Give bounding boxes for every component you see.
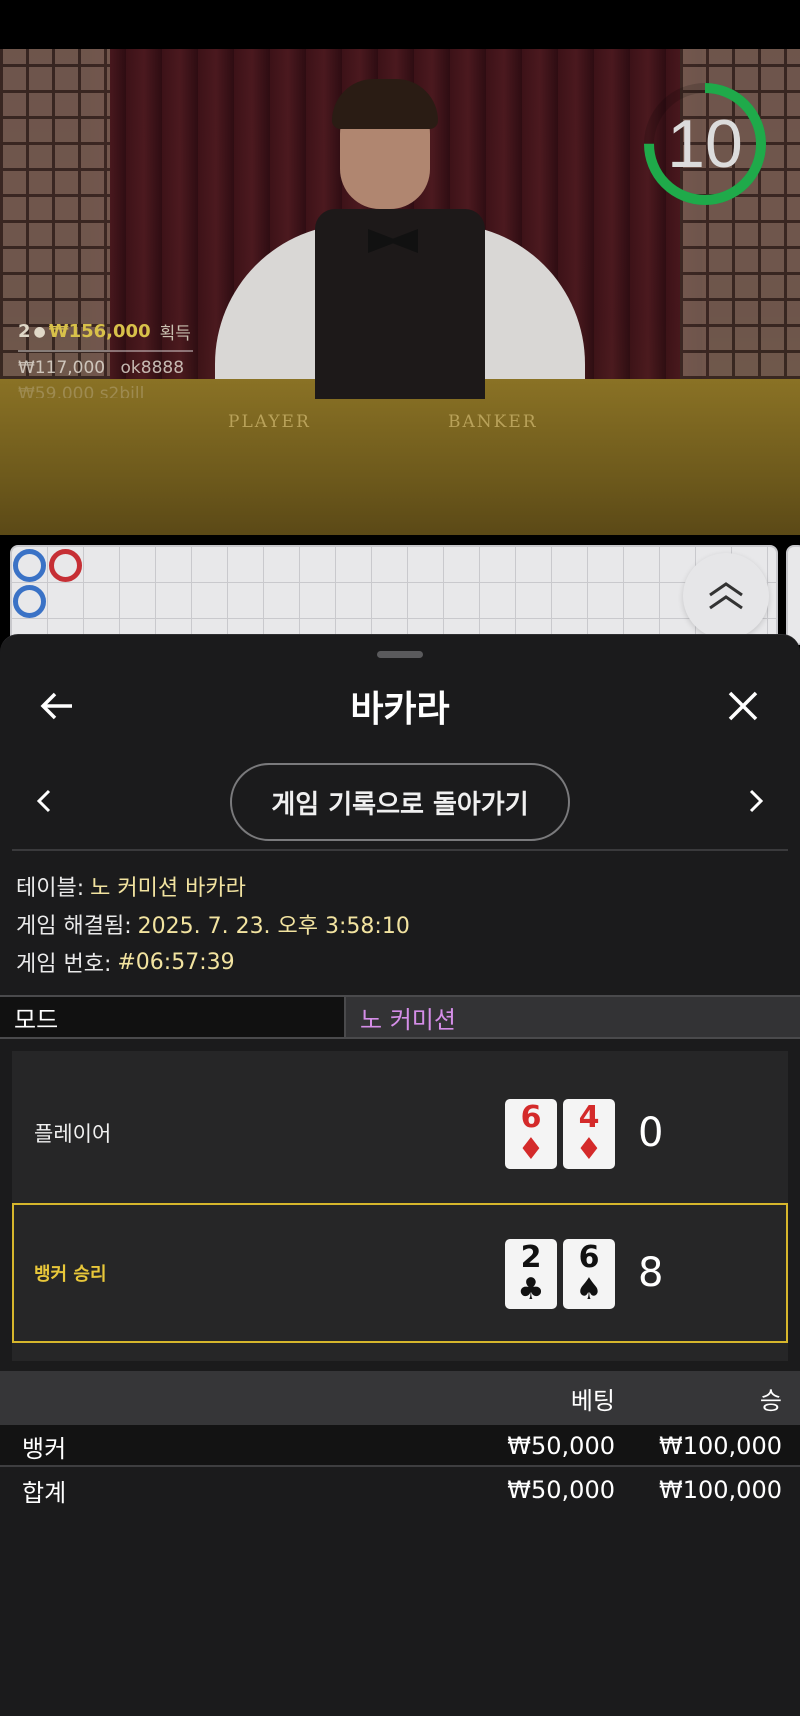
close-button[interactable] — [718, 681, 768, 731]
info-table: 테이블: 노 커미션 바카라 — [16, 867, 786, 905]
winner-amount: ₩156,000 — [48, 321, 151, 342]
chevron-left-icon — [36, 789, 51, 813]
info-number-label: 게임 번호: — [16, 952, 112, 977]
winner-suffix: 획득 — [159, 324, 191, 344]
table-row: 뱅커 ₩50,000 ₩100,000 — [0, 1425, 800, 1467]
bet-amount: ₩50,000 — [507, 1432, 615, 1460]
sheet-title: 바카라 — [350, 689, 450, 730]
chevron-right-icon — [749, 789, 764, 813]
bets-table-header: 베팅 승 — [0, 1371, 800, 1425]
total-win-amount: ₩100,000 — [659, 1476, 782, 1504]
table-felt — [0, 379, 800, 535]
winner-entry: ₩117,000 ok8888 — [18, 358, 194, 378]
winner-count: 2 — [18, 321, 31, 342]
status-bar — [0, 0, 800, 49]
road-player-marker — [13, 549, 46, 582]
felt-player-text: PLAYER — [228, 412, 311, 432]
bead-road-map[interactable] — [10, 545, 778, 645]
result-panel: 플레이어 6 ♦ 4 ♦ 0 뱅커 승리 2 ♣ 6 ♠ 8 — [12, 1051, 788, 1361]
bets-column-bet: 베팅 — [570, 1386, 615, 1415]
card-rank: 4 — [578, 1100, 600, 1135]
mode-value: 노 커미션 — [346, 997, 800, 1037]
secondary-road-map — [786, 545, 800, 645]
bets-column-win: 승 — [759, 1386, 782, 1415]
road-player-marker — [13, 585, 46, 618]
divider — [12, 849, 788, 851]
spade-suit-icon: ♠ — [575, 1272, 603, 1307]
chevrons-up-icon — [709, 582, 743, 610]
banker-card-1: 2 ♣ — [505, 1239, 557, 1309]
user-icon: ● — [33, 323, 46, 340]
next-game-button[interactable] — [736, 781, 776, 821]
banker-score: 8 — [638, 1250, 664, 1296]
diamond-suit-icon: ♦ — [517, 1132, 545, 1167]
winners-divider — [18, 350, 193, 352]
player-card-2: 4 ♦ — [563, 1099, 615, 1169]
info-table-label: 테이블: — [16, 876, 85, 901]
info-resolved-value: 2025. 7. 23. 오후 3:58:10 — [137, 914, 410, 939]
live-video: PLAYER BANKER 2 ● ₩156,000 획득 ₩117,000 o… — [0, 49, 800, 535]
close-icon — [728, 691, 758, 721]
back-button[interactable] — [32, 681, 82, 731]
win-amount: ₩100,000 — [659, 1432, 782, 1460]
winner-entry-amount: ₩117,000 — [18, 358, 106, 378]
info-resolved: 게임 해결됨: 2025. 7. 23. 오후 3:58:10 — [16, 905, 786, 943]
back-to-history-button[interactable]: 게임 기록으로 돌아가기 — [230, 763, 570, 841]
table-row-total: 합계 ₩50,000 ₩100,000 — [0, 1469, 800, 1511]
winners-overlay: 2 ● ₩156,000 획득 ₩117,000 ok8888 ₩59,000 … — [18, 319, 194, 398]
road-banker-marker — [49, 549, 82, 582]
diamond-suit-icon: ♦ — [575, 1132, 603, 1167]
player-hand-label: 플레이어 — [34, 1122, 112, 1146]
club-suit-icon: ♣ — [517, 1272, 545, 1307]
player-hand-row: 플레이어 6 ♦ 4 ♦ 0 — [12, 1063, 788, 1203]
info-table-value: 노 커미션 바카라 — [90, 876, 246, 901]
player-score: 0 — [638, 1110, 664, 1156]
card-rank: 2 — [520, 1240, 542, 1275]
card-rank: 6 — [520, 1100, 542, 1135]
game-info: 테이블: 노 커미션 바카라 게임 해결됨: 2025. 7. 23. 오후 3… — [16, 867, 786, 981]
game-navigation: 게임 기록으로 돌아가기 — [0, 761, 800, 841]
info-game-number: 게임 번호: #06:57:39 — [16, 943, 786, 981]
previous-game-button[interactable] — [24, 781, 64, 821]
bet-name: 뱅커 — [22, 1434, 67, 1463]
winner-entry-user: s2bill — [99, 384, 145, 398]
total-bet-amount: ₩50,000 — [507, 1476, 615, 1504]
mode-label: 모드 — [0, 997, 346, 1037]
countdown-number: 10 — [667, 106, 743, 182]
info-resolved-label: 게임 해결됨: — [16, 914, 132, 939]
info-number-value: #06:57:39 — [117, 949, 235, 975]
winner-entry-amount: ₩59,000 — [18, 384, 95, 398]
banker-card-2: 6 ♠ — [563, 1239, 615, 1309]
card-rank: 6 — [578, 1240, 600, 1275]
collapse-button[interactable] — [683, 553, 769, 639]
sheet-header: 바카라 — [0, 671, 800, 741]
total-label: 합계 — [22, 1478, 67, 1507]
game-detail-sheet: 바카라 게임 기록으로 돌아가기 테이블: 노 커미션 바카라 게임 해결됨: … — [0, 634, 800, 1716]
banker-hand-row: 뱅커 승리 2 ♣ 6 ♠ 8 — [12, 1203, 788, 1343]
winner-entry-user: ok8888 — [120, 358, 185, 378]
countdown-timer: 10 — [640, 79, 770, 209]
winner-entry: ₩59,000 s2bill — [18, 384, 194, 398]
felt-banker-text: BANKER — [448, 412, 538, 432]
arrow-left-icon — [40, 692, 72, 720]
sheet-grabber[interactable] — [377, 651, 423, 658]
winners-summary: 2 ● ₩156,000 획득 — [18, 319, 194, 344]
player-card-1: 6 ♦ — [505, 1099, 557, 1169]
banker-win-label: 뱅커 승리 — [34, 1264, 107, 1285]
mode-row: 모드 노 커미션 — [0, 995, 800, 1039]
